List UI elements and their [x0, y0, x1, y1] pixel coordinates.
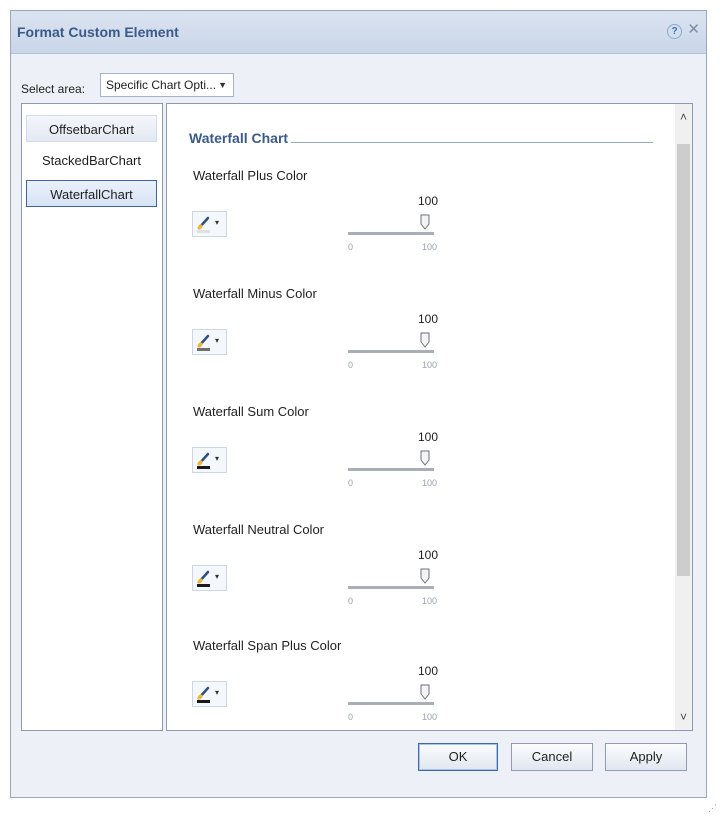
slider-track[interactable] — [348, 468, 434, 471]
chart-type-list[interactable]: OffsetbarChart StackedBarChart Waterfall… — [21, 103, 163, 731]
vertical-scrollbar[interactable]: ˄ ˅ — [675, 104, 692, 730]
scroll-down-icon[interactable]: ˅ — [675, 710, 692, 726]
color-picker-button[interactable]: ▾ — [192, 447, 227, 473]
color-swatch — [197, 700, 210, 703]
paintbrush-icon — [197, 570, 210, 587]
list-item-offsetbarchart[interactable]: OffsetbarChart — [26, 115, 157, 142]
chevron-down-icon: ▾ — [215, 336, 220, 345]
slider-track[interactable] — [348, 232, 434, 235]
slider-track[interactable] — [348, 702, 434, 705]
color-swatch — [197, 230, 210, 233]
option-label: Waterfall Span Plus Color — [193, 638, 342, 653]
chevron-down-icon: ▾ — [215, 688, 220, 697]
slider-min-label: 0 — [348, 478, 354, 488]
section-title: Waterfall Chart — [189, 130, 289, 146]
paintbrush-icon — [197, 334, 210, 351]
slider-min-label: 0 — [348, 596, 354, 606]
slider-track[interactable] — [348, 586, 434, 589]
color-swatch — [197, 466, 210, 469]
slider-max-label: 100 — [422, 360, 438, 370]
scrollbar-thumb[interactable] — [677, 144, 690, 576]
list-item-stackedbarchart[interactable]: StackedBarChart — [26, 147, 157, 174]
select-area-dropdown[interactable]: Specific Chart Opti... ▼ — [100, 73, 234, 97]
transparency-value: 100 — [418, 430, 439, 444]
color-picker-button[interactable]: ▾ — [192, 565, 227, 591]
slider-thumb[interactable] — [420, 684, 430, 700]
select-area-label: Select area: — [21, 82, 86, 96]
transparency-value: 100 — [418, 312, 439, 326]
option-group-span-plus-color: Waterfall Span Plus Color ▾ 100 0 100 — [167, 638, 672, 756]
option-label: Waterfall Neutral Color — [193, 522, 325, 537]
resize-grip-icon[interactable]: ⋰ — [708, 804, 717, 813]
color-picker-button[interactable]: ▾ — [192, 681, 227, 707]
slider-thumb[interactable] — [420, 450, 430, 466]
slider-thumb[interactable] — [420, 568, 430, 584]
paintbrush-icon — [197, 452, 210, 469]
slider-min-label: 0 — [348, 712, 354, 722]
dialog-title: Format Custom Element — [17, 24, 179, 40]
slider-max-label: 100 — [422, 478, 438, 488]
slider-thumb[interactable] — [420, 214, 430, 230]
chevron-down-icon: ▾ — [215, 218, 220, 227]
slider-track[interactable] — [348, 350, 434, 353]
option-group-neutral-color: Waterfall Neutral Color ▾ 100 0 100 — [167, 522, 672, 640]
paintbrush-icon — [197, 216, 210, 233]
help-icon[interactable]: ? — [667, 24, 682, 39]
options-panel: Waterfall Chart Waterfall Plus Color ▾ 1… — [166, 103, 693, 731]
slider-max-label: 100 — [422, 242, 438, 252]
section-divider — [291, 142, 653, 143]
close-icon[interactable]: ✕ — [687, 22, 700, 38]
transparency-value: 100 — [418, 664, 439, 678]
option-label: Waterfall Sum Color — [193, 404, 309, 419]
format-custom-element-dialog: Format Custom Element ? ✕ Select area: S… — [10, 10, 707, 798]
color-picker-button[interactable]: ▾ — [192, 211, 227, 237]
scroll-up-icon[interactable]: ˄ — [675, 110, 692, 126]
ok-button[interactable]: OK — [418, 743, 498, 771]
cancel-button[interactable]: Cancel — [511, 743, 593, 771]
slider-max-label: 100 — [422, 712, 438, 722]
apply-button[interactable]: Apply — [605, 743, 687, 771]
transparency-value: 100 — [418, 548, 439, 562]
slider-min-label: 0 — [348, 360, 354, 370]
paintbrush-icon — [197, 686, 210, 703]
slider-min-label: 0 — [348, 242, 354, 252]
chevron-down-icon: ▼ — [218, 80, 227, 90]
slider-thumb[interactable] — [420, 332, 430, 348]
select-area-value: Specific Chart Opti... — [106, 78, 217, 92]
color-swatch — [197, 348, 210, 351]
option-group-sum-color: Waterfall Sum Color ▾ 100 0 100 — [167, 404, 672, 522]
transparency-value: 100 — [418, 194, 439, 208]
chevron-down-icon: ▾ — [215, 454, 220, 463]
color-picker-button[interactable]: ▾ — [192, 329, 227, 355]
option-label: Waterfall Plus Color — [193, 168, 308, 183]
option-group-minus-color: Waterfall Minus Color ▾ 100 0 100 — [167, 286, 672, 404]
color-swatch — [197, 584, 210, 587]
list-item-waterfallchart[interactable]: WaterfallChart — [26, 180, 157, 207]
title-bar[interactable]: Format Custom Element ? ✕ — [11, 11, 706, 54]
option-label: Waterfall Minus Color — [193, 286, 317, 301]
slider-max-label: 100 — [422, 596, 438, 606]
option-group-plus-color: Waterfall Plus Color ▾ 100 0 100 — [167, 168, 672, 286]
chevron-down-icon: ▾ — [215, 572, 220, 581]
